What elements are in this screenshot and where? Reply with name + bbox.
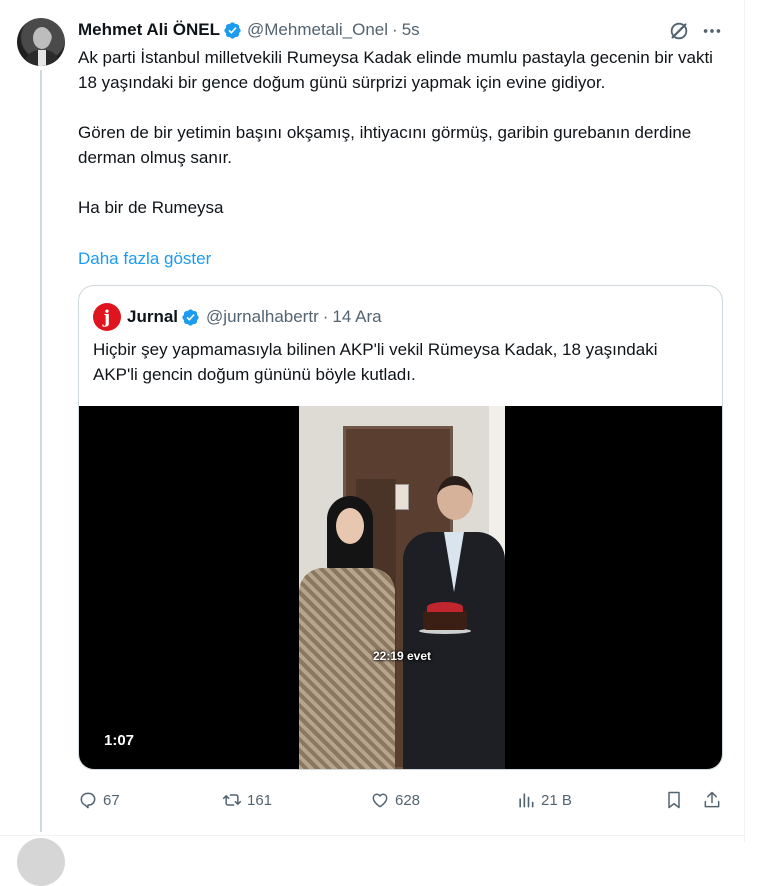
- action-bar: 67 161 628 21 B: [78, 788, 726, 812]
- author-name[interactable]: Mehmet Ali ÖNEL: [78, 20, 220, 40]
- video-man-head: [437, 476, 473, 520]
- like-button[interactable]: 628: [370, 788, 420, 812]
- avatar-shirt: [38, 50, 46, 66]
- verified-badge-icon: [224, 21, 241, 39]
- quote-text: Hiçbir şey yapmamasıyla bilinen AKP'li v…: [93, 340, 658, 384]
- grok-icon[interactable]: [668, 20, 690, 42]
- video-face: [336, 508, 364, 544]
- quote-author-name[interactable]: Jurnal: [127, 307, 178, 327]
- retweet-button[interactable]: 161: [222, 788, 272, 812]
- video-frame: 22:19 evet: [299, 406, 505, 769]
- separator-dot: ·: [392, 20, 398, 39]
- more-dots-icon[interactable]: [700, 20, 724, 42]
- tweet-header: Mehmet Ali ÖNEL @Mehmetali_Onel · 5s: [78, 19, 420, 41]
- tweet-paragraph: Gören de bir yetimin başını okşamış, iht…: [78, 123, 692, 167]
- quoted-tweet[interactable]: j Jurnal @jurnalhabertr · 14 Ara Hiçbir …: [78, 285, 723, 770]
- views-button[interactable]: 21 B: [516, 788, 572, 812]
- cake-body: [423, 610, 467, 630]
- show-more-link[interactable]: Daha fazla göster: [78, 246, 211, 271]
- retweet-icon: [222, 794, 242, 806]
- like-count: 628: [395, 791, 421, 809]
- cake-topping: [427, 602, 463, 612]
- tweet-paragraph: Ak parti İstanbul milletvekili Rumeysa K…: [78, 48, 713, 92]
- like-icon: [372, 793, 388, 808]
- video-caption: 22:19 evet: [372, 649, 432, 663]
- author-avatar[interactable]: [17, 18, 65, 66]
- views-icon: [519, 793, 534, 808]
- share-icon: [704, 791, 720, 808]
- video-duration: 1:07: [104, 732, 135, 749]
- reply-count: 67: [103, 791, 120, 809]
- bookmark-icon: [668, 791, 680, 809]
- tweet-timestamp[interactable]: 5s: [402, 20, 420, 40]
- quote-author-handle[interactable]: @jurnalhabertr: [206, 307, 319, 327]
- share-button[interactable]: [702, 788, 722, 812]
- reply-icon: [80, 792, 96, 809]
- tweet-text: Ak parti İstanbul milletvekili Rumeysa K…: [78, 45, 728, 220]
- timeline-right-border: [744, 0, 745, 842]
- verified-badge-icon: [182, 308, 199, 326]
- quote-header: j Jurnal @jurnalhabertr · 14 Ara: [93, 303, 382, 331]
- quote-timestamp[interactable]: 14 Ara: [332, 307, 381, 327]
- author-handle[interactable]: @Mehmetali_Onel: [247, 20, 388, 40]
- reply-button[interactable]: 67: [78, 788, 120, 812]
- tweet-paragraph: Ha bir de Rumeysa: [78, 198, 224, 217]
- bookmark-button[interactable]: [664, 788, 684, 812]
- video-person-woman: [299, 496, 399, 769]
- jurnal-logo[interactable]: j: [93, 303, 121, 331]
- thread-line: [40, 70, 42, 832]
- next-tweet-avatar[interactable]: [17, 838, 65, 886]
- video-birthday-cake: [419, 602, 471, 634]
- separator-dot: ·: [322, 307, 329, 326]
- views-count: 21 B: [541, 791, 572, 809]
- retweet-count: 161: [247, 791, 273, 809]
- video-player[interactable]: 22:19 evet 1:07: [79, 406, 722, 769]
- video-plaid-jacket: [299, 568, 395, 769]
- avatar-face: [33, 27, 51, 49]
- tweet-bottom-divider: [0, 835, 744, 836]
